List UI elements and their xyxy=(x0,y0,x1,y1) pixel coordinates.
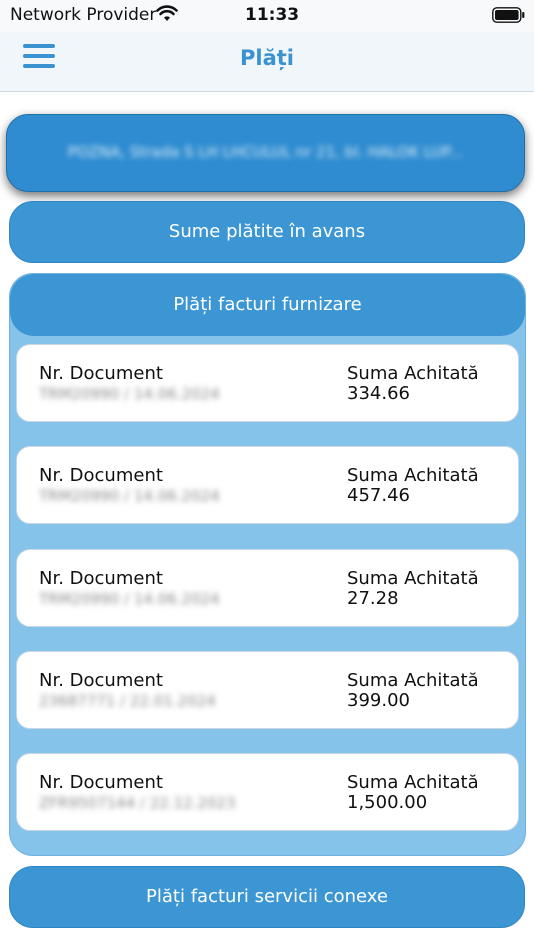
payment-card[interactable]: Nr. Document TRM20990 / 14.06.2024 Suma … xyxy=(16,344,519,422)
doc-number: TRM20990 / 14.06.2024 xyxy=(39,487,220,505)
sum-value: 399.00 xyxy=(347,690,410,711)
doc-number: TRM20990 / 14.06.2024 xyxy=(39,590,220,608)
sum-label: Suma Achitată xyxy=(347,670,479,691)
sum-label: Suma Achitată xyxy=(347,363,479,384)
advance-payments-button[interactable]: Sume plătite în avans xyxy=(9,201,525,263)
doc-label: Nr. Document xyxy=(39,465,163,486)
payment-card[interactable]: Nr. Document TRM20990 / 14.06.2024 Suma … xyxy=(16,549,519,627)
sum-value: 457.46 xyxy=(347,485,410,506)
doc-number: ZFR9507144 / 22.12.2023 xyxy=(39,794,236,812)
nav-bar: Plăți xyxy=(0,32,534,92)
doc-label: Nr. Document xyxy=(39,363,163,384)
battery-icon xyxy=(492,7,525,23)
sum-label: Suma Achitată xyxy=(347,772,479,793)
payment-card[interactable]: Nr. Document ZFR9507144 / 22.12.2023 Sum… xyxy=(16,753,519,831)
carrier-name: Network Provider xyxy=(10,5,157,25)
sum-value: 334.66 xyxy=(347,383,410,404)
address-text: POZNA, Strada S LH LHCULUL nr 21, bl. HA… xyxy=(67,143,464,161)
sum-value: 27.28 xyxy=(347,588,399,609)
page-title: Plăți xyxy=(240,46,294,70)
sum-label: Suma Achitată xyxy=(347,568,479,589)
payment-card[interactable]: Nr. Document TRM20990 / 14.06.2024 Suma … xyxy=(16,446,519,524)
payment-card[interactable]: Nr. Document 23687771 / 22.01.2024 Suma … xyxy=(16,651,519,729)
supplier-payments-panel: Plăți facturi furnizare Nr. Document TRM… xyxy=(9,273,526,856)
address-selector[interactable]: POZNA, Strada S LH LHCULUL nr 21, bl. HA… xyxy=(6,114,525,192)
doc-label: Nr. Document xyxy=(39,772,163,793)
doc-label: Nr. Document xyxy=(39,568,163,589)
status-time: 11:33 xyxy=(245,5,300,25)
status-bar: Network Provider 11:33 xyxy=(0,0,534,32)
sum-label: Suma Achitată xyxy=(347,465,479,486)
doc-number: 23687771 / 22.01.2024 xyxy=(39,692,216,710)
supplier-payments-header[interactable]: Plăți facturi furnizare xyxy=(10,274,525,336)
related-services-payments-button[interactable]: Plăți facturi servicii conexe xyxy=(9,866,525,928)
wifi-icon xyxy=(156,5,178,21)
sum-value: 1,500.00 xyxy=(347,792,428,813)
doc-number: TRM20990 / 14.06.2024 xyxy=(39,385,220,403)
doc-label: Nr. Document xyxy=(39,670,163,691)
